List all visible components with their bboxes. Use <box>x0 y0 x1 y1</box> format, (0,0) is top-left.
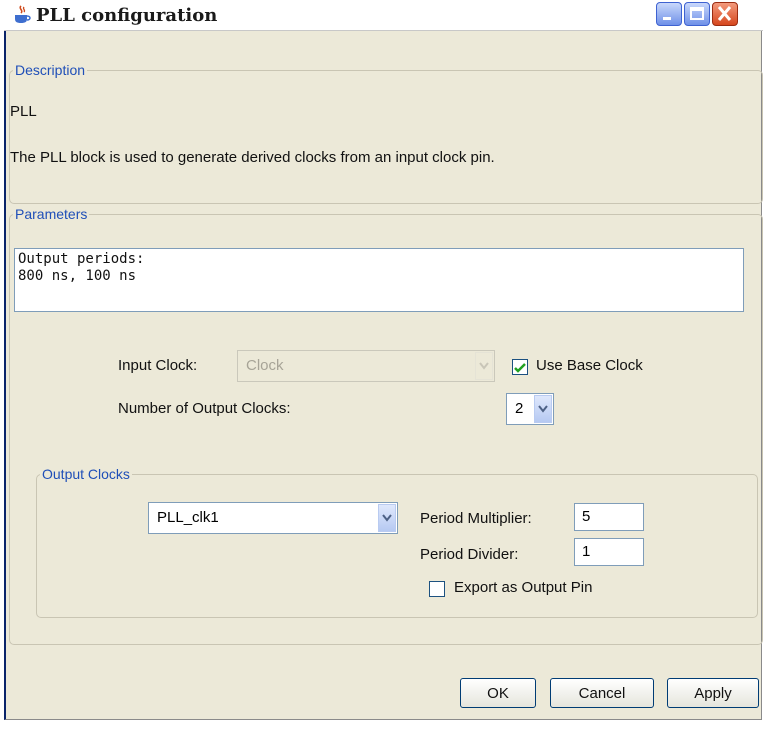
cancel-button[interactable]: Cancel <box>550 678 654 708</box>
description-name: PLL <box>10 103 37 120</box>
minimize-button[interactable] <box>656 2 682 26</box>
maximize-button[interactable] <box>684 2 710 26</box>
output-clocks-group: Output Clocks <box>36 466 758 618</box>
ok-button[interactable]: OK <box>460 678 536 708</box>
description-text: The PLL block is used to generate derive… <box>10 149 495 166</box>
window-title: PLL configuration <box>36 5 218 26</box>
output-clock-value: PLL_clk1 <box>157 509 219 526</box>
num-output-clocks-label: Number of Output Clocks: <box>118 400 291 417</box>
parameters-line-1: Output periods: <box>18 251 145 267</box>
pll-configuration-window: PLL configuration Description PLL The PL… <box>4 0 763 720</box>
parameters-summary: Output periods: 800 ns, 100 ns <box>14 248 744 312</box>
maximize-icon <box>690 7 704 20</box>
chevron-down-icon <box>538 405 548 413</box>
num-output-clocks-value: 2 <box>515 400 524 417</box>
chevron-down-icon <box>382 514 392 522</box>
output-clock-select[interactable]: PLL_clk1 <box>148 502 398 534</box>
num-output-clocks-select[interactable]: 2 <box>506 393 554 425</box>
input-clock-value: Clock <box>246 357 284 374</box>
chevron-down-icon <box>479 362 489 370</box>
input-clock-label: Input Clock: <box>118 357 198 374</box>
export-output-pin-checkbox[interactable] <box>429 581 445 597</box>
output-clocks-legend: Output Clocks <box>42 466 130 482</box>
parameters-line-2: 800 ns, 100 ns <box>18 268 137 284</box>
use-base-clock-checkbox[interactable] <box>512 359 528 375</box>
checkmark-icon <box>514 363 526 373</box>
parameters-legend: Parameters <box>15 206 88 222</box>
period-multiplier-input[interactable]: 5 <box>574 503 644 531</box>
dropdown-arrow-icon <box>475 352 493 380</box>
dropdown-arrow-icon <box>534 395 552 423</box>
export-output-pin-label: Export as Output Pin <box>454 579 593 596</box>
description-group: Description <box>9 62 763 204</box>
close-icon <box>717 6 732 21</box>
description-legend: Description <box>15 62 86 78</box>
period-multiplier-label: Period Multiplier: <box>420 510 532 527</box>
apply-button[interactable]: Apply <box>667 678 759 708</box>
period-divider-input[interactable]: 1 <box>574 538 644 566</box>
close-button[interactable] <box>712 2 738 26</box>
title-bar[interactable]: PLL configuration <box>4 0 763 31</box>
java-cup-icon <box>15 5 31 23</box>
minimize-icon <box>663 17 671 20</box>
use-base-clock-label: Use Base Clock <box>536 357 643 374</box>
dropdown-arrow-icon <box>378 504 396 532</box>
input-clock-select[interactable]: Clock <box>237 350 495 382</box>
period-divider-label: Period Divider: <box>420 546 519 563</box>
